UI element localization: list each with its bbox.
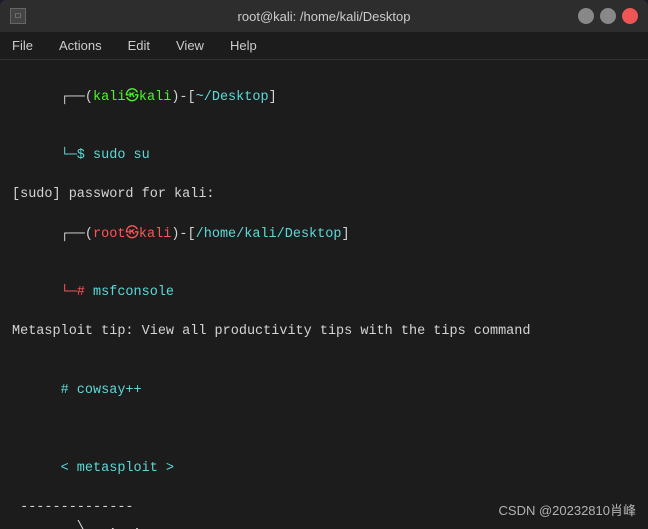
close-button[interactable] [622, 8, 638, 24]
terminal-body[interactable]: ┌──(kali㉿kali)-[~/Desktop] └─$ sudo su [… [0, 60, 648, 529]
titlebar-left: □ [10, 8, 26, 24]
cowsay-bubble: < metasploit > [12, 440, 636, 499]
menu-edit[interactable]: Edit [124, 36, 154, 55]
window-title: root@kali: /home/kali/Desktop [238, 9, 411, 24]
maximize-button[interactable] [600, 8, 616, 24]
prompt-line-1: ┌──(kali㉿kali)-[~/Desktop] [12, 68, 636, 127]
menu-actions[interactable]: Actions [55, 36, 106, 55]
metasploit-tip: Metasploit tip: View all productivity ti… [12, 322, 636, 342]
prompt-line-2: ┌──(root㉿kali)-[/home/kali/Desktop] [12, 205, 636, 264]
window-icon-symbol: □ [16, 12, 21, 21]
minimize-button[interactable] [578, 8, 594, 24]
cmd-msfconsole: └─# msfconsole [12, 264, 636, 323]
blank-2 [12, 420, 636, 440]
window-icon: □ [10, 8, 26, 24]
watermark: CSDN @20232810肖峰 [499, 500, 636, 519]
menubar: File Actions Edit View Help [0, 32, 648, 60]
sudo-password-prompt: [sudo] password for kali: [12, 185, 636, 205]
cmd-sudo: └─$ sudo su [12, 127, 636, 186]
menu-view[interactable]: View [172, 36, 208, 55]
titlebar: □ root@kali: /home/kali/Desktop [0, 0, 648, 32]
blank-1 [12, 342, 636, 362]
titlebar-controls [578, 8, 638, 24]
menu-file[interactable]: File [8, 36, 37, 55]
terminal-window: □ root@kali: /home/kali/Desktop File Act… [0, 0, 648, 529]
menu-help[interactable]: Help [226, 36, 261, 55]
cowsay-cmd: # cowsay++ [12, 361, 636, 420]
cowsay-cow1: \ ,__, [12, 518, 636, 529]
